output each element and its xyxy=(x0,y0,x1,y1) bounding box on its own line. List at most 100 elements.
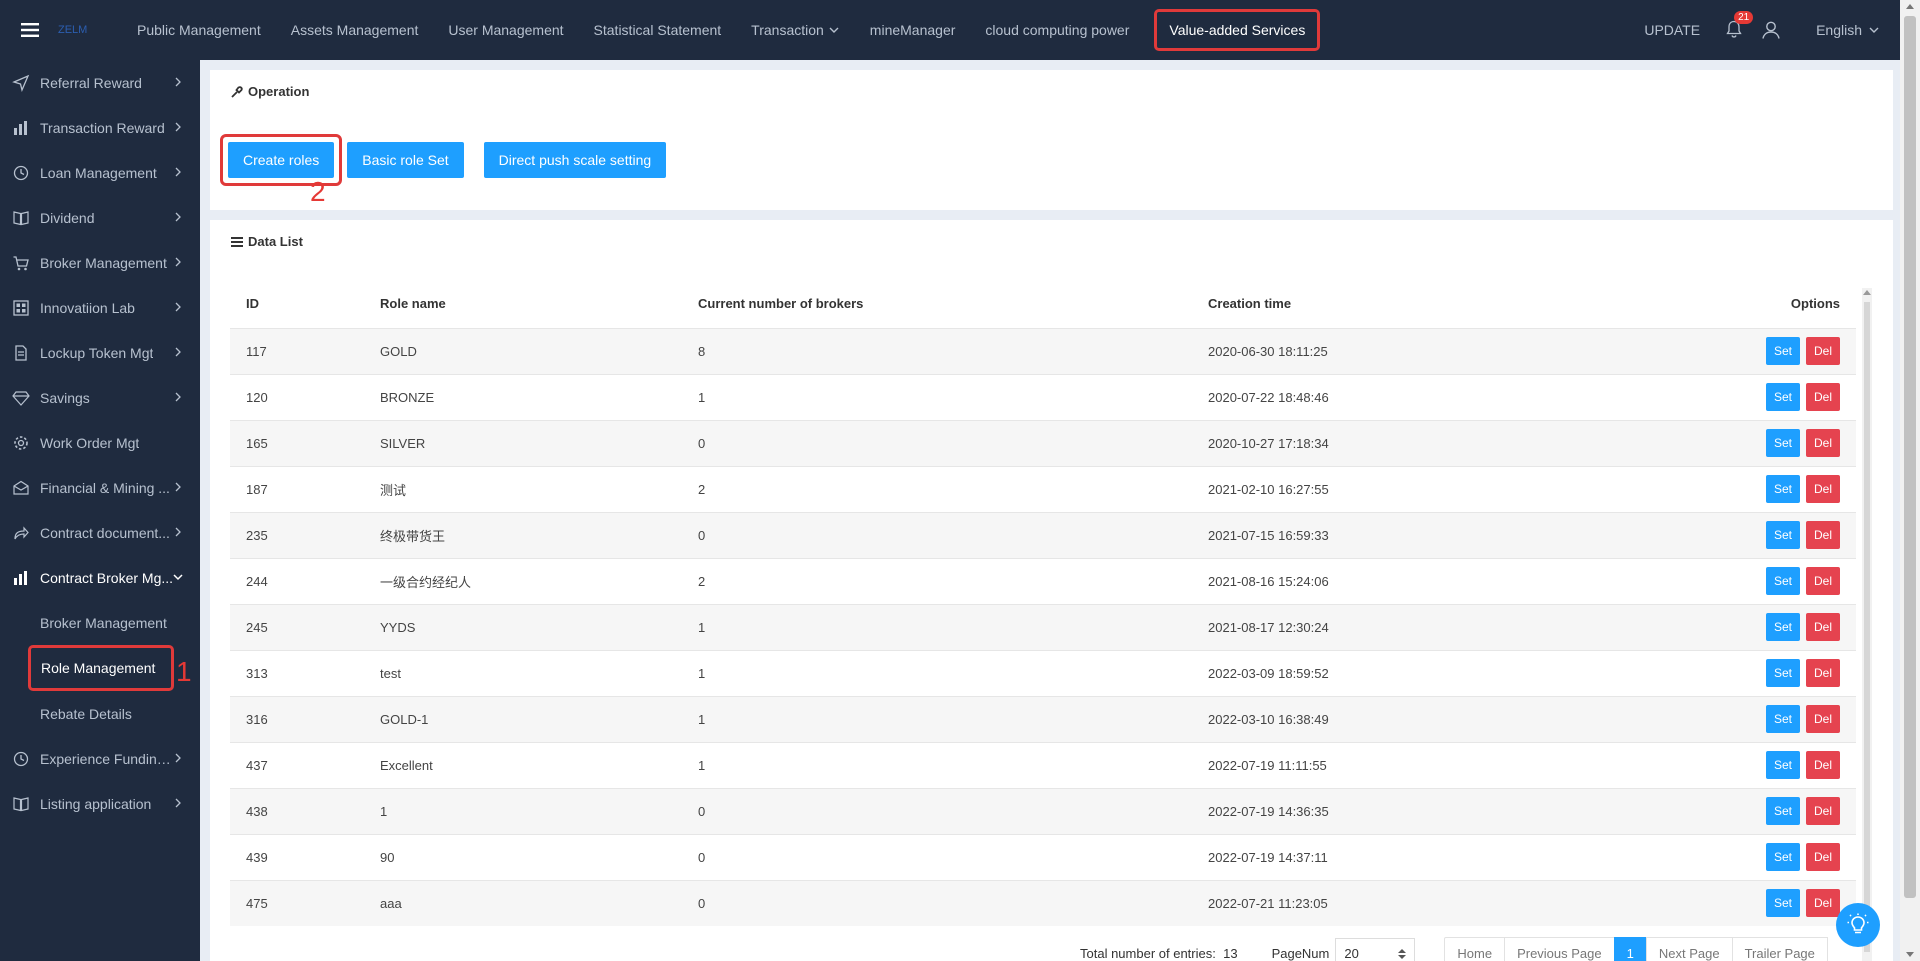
update-button[interactable]: UPDATE xyxy=(1644,22,1700,38)
delete-button[interactable]: Del xyxy=(1805,705,1840,733)
delete-button[interactable]: Del xyxy=(1805,613,1840,641)
delete-button[interactable]: Del xyxy=(1805,337,1840,365)
sidebar-item-contract-document[interactable]: Contract document... xyxy=(0,510,200,555)
sidebar-item-listing-application[interactable]: Listing application xyxy=(0,781,200,826)
sidebar-item-contract-broker[interactable]: Contract Broker Mg... xyxy=(0,555,200,600)
language-selector[interactable]: English xyxy=(1816,22,1880,38)
sidebar-item-work-order[interactable]: Work Order Mgt xyxy=(0,420,200,465)
scroll-thumb[interactable] xyxy=(1904,16,1916,898)
sidebar-item-transaction-reward[interactable]: Transaction Reward xyxy=(0,105,200,150)
page-current-button[interactable]: 1 xyxy=(1613,937,1647,961)
nav-label: Statistical Statement xyxy=(593,22,722,38)
language-label: English xyxy=(1816,22,1862,38)
cell-role-name: 1 xyxy=(364,787,682,834)
delete-button[interactable]: Del xyxy=(1805,567,1840,595)
lightbulb-icon xyxy=(1847,913,1869,934)
set-button[interactable]: Set xyxy=(1765,843,1800,871)
sidebar-item-experience-funding[interactable]: Experience Funding... xyxy=(0,736,200,781)
nav-mine-manager[interactable]: mineManager xyxy=(855,0,971,60)
set-button[interactable]: Set xyxy=(1765,429,1800,457)
set-button[interactable]: Set xyxy=(1765,521,1800,549)
sidebar-subitem-rebate-details[interactable]: Rebate Details xyxy=(0,691,200,736)
delete-button[interactable]: Del xyxy=(1805,659,1840,687)
page-previous-button[interactable]: Previous Page xyxy=(1504,937,1615,961)
delete-button[interactable]: Del xyxy=(1805,429,1840,457)
cell-role-name: 终极带货王 xyxy=(364,511,682,558)
sidebar-item-savings[interactable]: Savings xyxy=(0,375,200,420)
delete-button[interactable]: Del xyxy=(1805,475,1840,503)
nav-transaction[interactable]: Transaction xyxy=(736,0,855,60)
sidebar-item-dividend[interactable]: Dividend xyxy=(0,195,200,240)
set-button[interactable]: Set xyxy=(1765,797,1800,825)
col-options: Options xyxy=(1790,296,1840,312)
table-row: 165 SILVER 0 2020-10-27 17:18:34 Set Del xyxy=(230,419,1856,466)
cell-creation-time: 2021-07-15 16:59:33 xyxy=(1192,511,1557,558)
delete-button[interactable]: Del xyxy=(1805,889,1840,918)
sidebar-item-label: Broker Management xyxy=(40,254,167,271)
create-roles-button[interactable]: Create roles xyxy=(228,142,335,178)
scroll-thumb[interactable] xyxy=(1864,302,1870,952)
cell-creation-time: 2021-02-10 16:27:55 xyxy=(1192,465,1557,512)
user-icon[interactable] xyxy=(1760,19,1782,41)
notifications-button[interactable]: 21 xyxy=(1724,11,1754,41)
table-row: 438 1 0 2022-07-19 14:36:35 Set Del xyxy=(230,787,1856,834)
set-button[interactable]: Set xyxy=(1765,659,1800,687)
nav-value-added-services[interactable]: Value-added Services xyxy=(1154,9,1321,51)
set-button[interactable]: Set xyxy=(1765,475,1800,503)
sidebar-item-innovation-lab[interactable]: Innovatiion Lab xyxy=(0,285,200,330)
nav-cloud-computing-power[interactable]: cloud computing power xyxy=(970,0,1144,60)
sidebar-subitem-label: Role Management xyxy=(41,660,156,676)
set-button[interactable]: Set xyxy=(1765,705,1800,733)
delete-button[interactable]: Del xyxy=(1805,383,1840,411)
basic-role-set-button[interactable]: Basic role Set xyxy=(347,142,464,178)
sidebar-item-loan-management[interactable]: Loan Management xyxy=(0,150,200,195)
page-size-label: PageNum xyxy=(1271,945,1330,961)
page-trailer-button[interactable]: Trailer Page xyxy=(1731,937,1828,961)
menu-toggle-button[interactable] xyxy=(0,0,60,60)
chevron-right-icon xyxy=(175,392,181,402)
sidebar-item-label: Experience Funding... xyxy=(40,750,175,767)
scroll-up-arrow[interactable] xyxy=(1863,290,1871,295)
table-scrollbar[interactable] xyxy=(1862,288,1872,961)
set-button[interactable]: Set xyxy=(1765,337,1800,365)
cell-id: 437 xyxy=(230,741,364,788)
page-home-button[interactable]: Home xyxy=(1444,937,1506,961)
set-button[interactable]: Set xyxy=(1765,567,1800,595)
set-button[interactable]: Set xyxy=(1765,613,1800,641)
delete-button[interactable]: Del xyxy=(1805,751,1840,779)
nav-assets-management[interactable]: Assets Management xyxy=(276,0,434,60)
delete-button[interactable]: Del xyxy=(1805,521,1840,549)
sidebar-item-financial-mining[interactable]: Financial & Mining ... xyxy=(0,465,200,510)
help-button[interactable] xyxy=(1836,903,1880,947)
delete-button[interactable]: Del xyxy=(1805,843,1840,871)
nav-public-management[interactable]: Public Management xyxy=(122,0,276,60)
delete-button[interactable]: Del xyxy=(1805,797,1840,825)
set-button[interactable]: Set xyxy=(1765,751,1800,779)
set-button[interactable]: Set xyxy=(1765,889,1800,918)
sidebar-item-referral-reward[interactable]: Referral Reward xyxy=(0,60,200,105)
set-button[interactable]: Set xyxy=(1765,383,1800,411)
scroll-up-arrow[interactable] xyxy=(1906,4,1914,9)
sidebar-subitem-broker-management[interactable]: Broker Management xyxy=(0,600,200,645)
chevron-down-icon xyxy=(1869,27,1879,33)
sidebar-item-broker-management[interactable]: Broker Management xyxy=(0,240,200,285)
scroll-down-arrow[interactable] xyxy=(1906,952,1914,957)
diamond-icon xyxy=(12,389,30,407)
data-list-title: Data List xyxy=(230,234,303,249)
page-scrollbar[interactable] xyxy=(1900,0,1920,961)
sidebar-subitem-role-management[interactable]: Role Management xyxy=(28,645,174,691)
direct-push-scale-button[interactable]: Direct push scale setting xyxy=(483,142,667,178)
sidebar-item-lockup-token[interactable]: Lockup Token Mgt xyxy=(0,330,200,375)
clock-icon xyxy=(12,750,30,768)
cell-options: Set Del xyxy=(1556,373,1856,420)
total-label: Total number of entries: xyxy=(1080,945,1216,961)
nav-user-management[interactable]: User Management xyxy=(433,0,578,60)
table-row: 313 test 1 2022-03-09 18:59:52 Set Del xyxy=(230,649,1856,696)
page-next-button[interactable]: Next Page xyxy=(1645,937,1733,961)
sidebar-item-label: Dividend xyxy=(40,209,95,226)
cell-creation-time: 2021-08-16 15:24:06 xyxy=(1192,557,1557,604)
page-size-select[interactable]: 20 xyxy=(1335,938,1416,961)
sidebar-item-label: Contract Broker Mg... xyxy=(40,569,174,586)
cell-role-name: aaa xyxy=(364,879,682,926)
nav-statistical-statement[interactable]: Statistical Statement xyxy=(579,0,737,60)
